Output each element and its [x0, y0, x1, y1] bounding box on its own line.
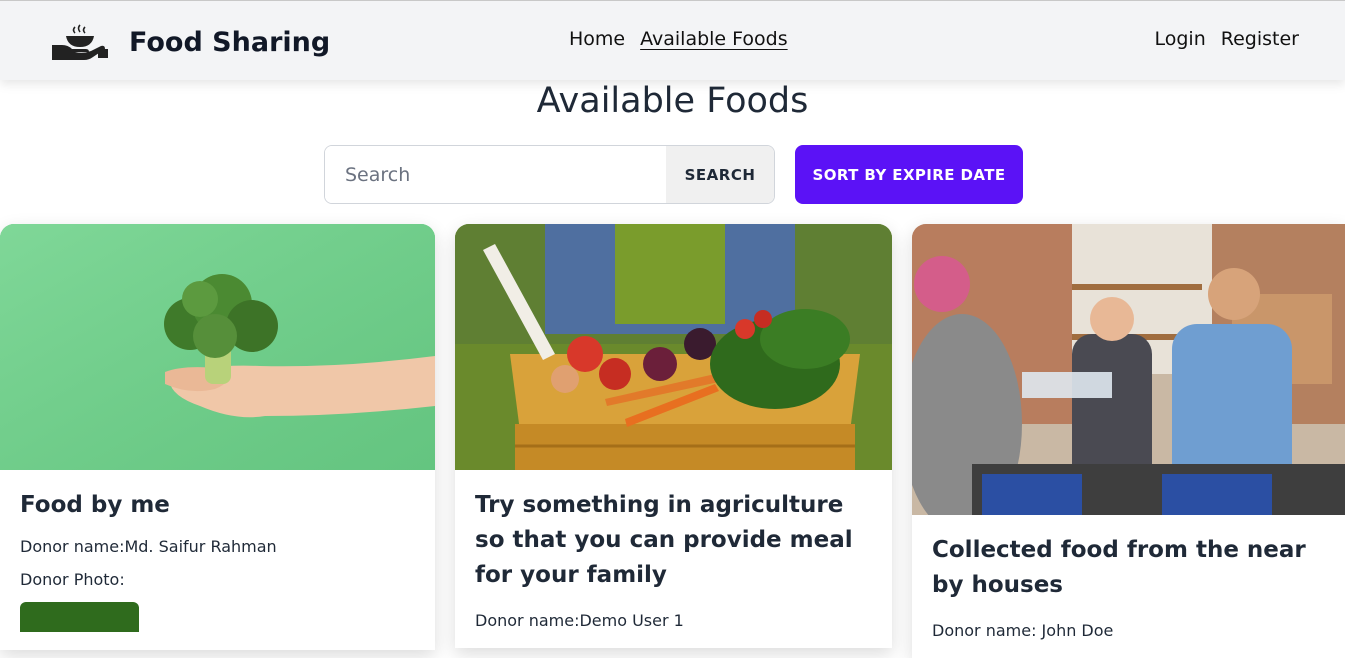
- food-image: [0, 224, 435, 470]
- nav-home[interactable]: Home: [569, 28, 625, 50]
- login-link[interactable]: Login: [1155, 28, 1206, 50]
- card-title: Try something in agriculture so that you…: [475, 492, 853, 588]
- page-title: Available Foods: [536, 81, 809, 121]
- food-card[interactable]: Try something in agriculture so that you…: [455, 224, 892, 648]
- auth-links: Login Register: [1155, 28, 1300, 50]
- food-card[interactable]: Collected food from the near by houses D…: [912, 224, 1345, 658]
- donor-name: Donor name:Demo User 1: [475, 611, 684, 630]
- navbar: Food Sharing Home Available Foods Login …: [0, 0, 1345, 80]
- card-title: Collected food from the near by houses: [932, 537, 1306, 598]
- search-bar: SEARCH: [324, 145, 775, 204]
- food-card[interactable]: Food by me Donor name:Md. Saifur Rahman …: [0, 224, 435, 650]
- nav-available-foods[interactable]: Available Foods: [640, 28, 788, 50]
- donor-photo: [20, 602, 139, 632]
- search-input[interactable]: [325, 146, 666, 203]
- card-title: Food by me: [20, 492, 170, 518]
- sort-by-expire-date-button[interactable]: SORT BY EXPIRE DATE: [795, 145, 1023, 204]
- donor-name: Donor name:Md. Saifur Rahman: [20, 537, 277, 556]
- brand-title: Food Sharing: [129, 26, 331, 58]
- search-button[interactable]: SEARCH: [666, 146, 774, 203]
- main-nav: Home Available Foods: [569, 28, 788, 50]
- food-image: [912, 224, 1345, 515]
- food-image: [455, 224, 892, 470]
- donor-photo-label: Donor Photo:: [20, 570, 125, 589]
- food-sharing-logo-icon: [52, 24, 108, 60]
- register-link[interactable]: Register: [1221, 28, 1299, 50]
- brand[interactable]: Food Sharing: [52, 23, 330, 61]
